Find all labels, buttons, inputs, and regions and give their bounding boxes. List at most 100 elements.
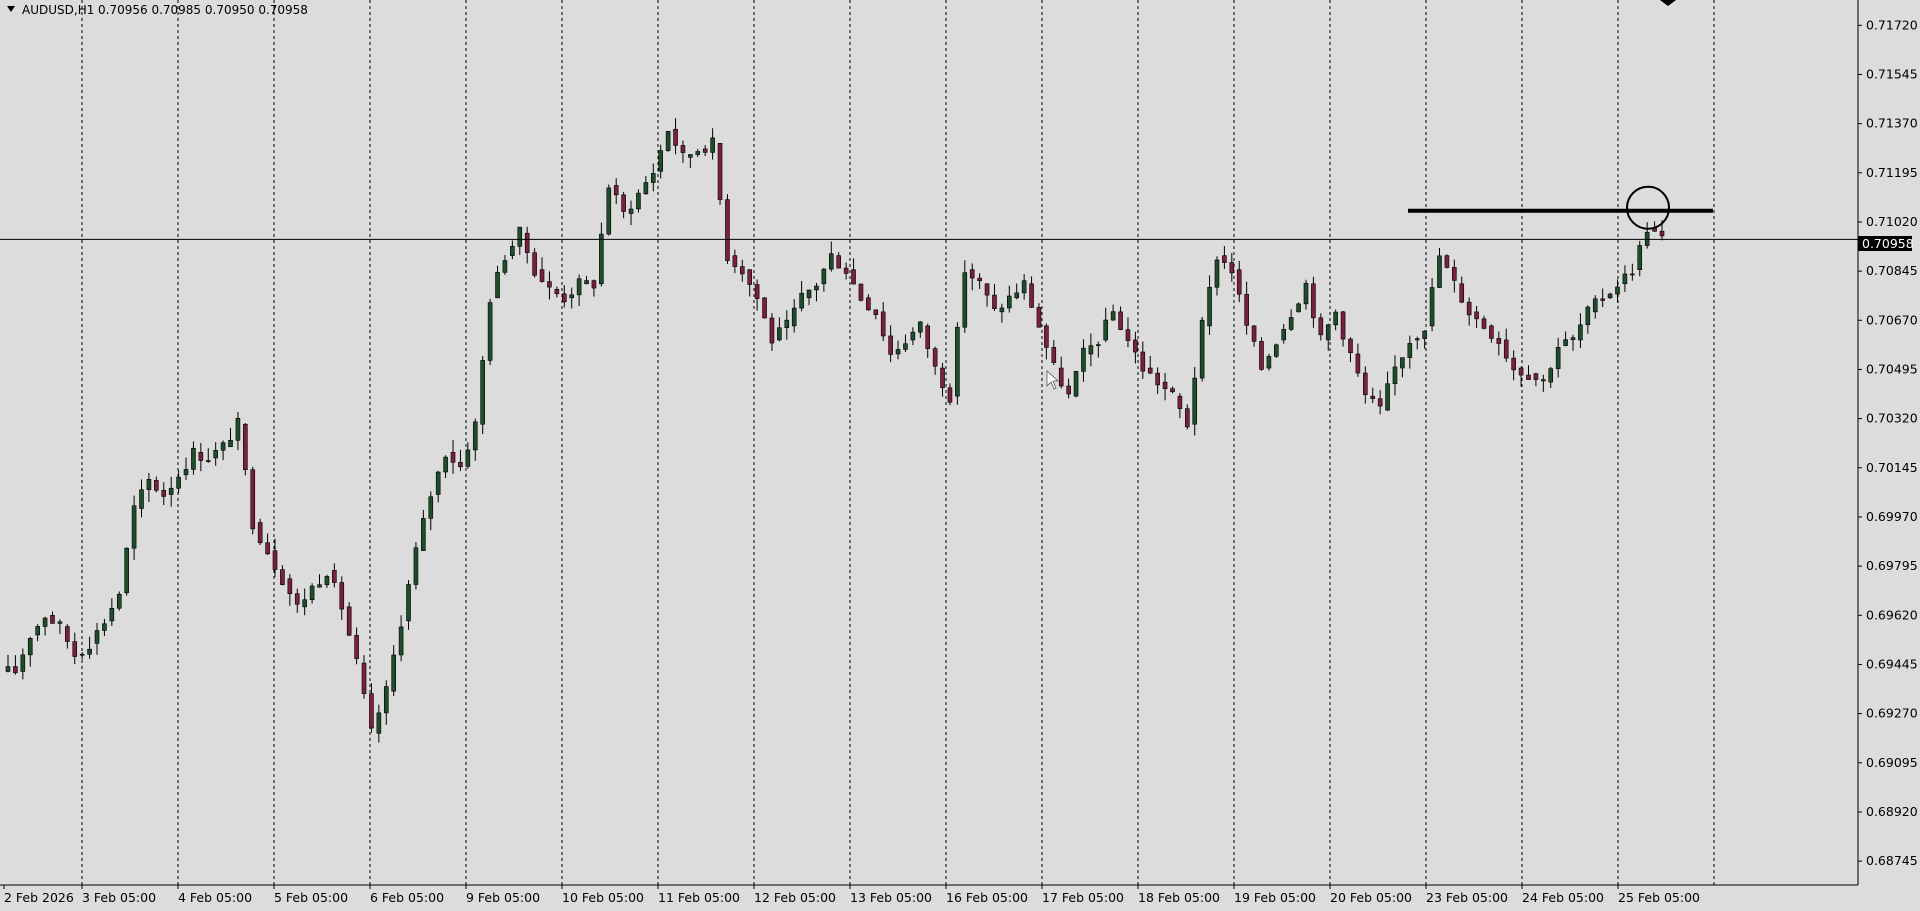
bull-candle-body (20, 654, 26, 672)
current-price-tag: 0.70958 (1858, 236, 1914, 251)
candle (480, 356, 485, 435)
bear-candle-body (524, 232, 530, 253)
bull-candle-body (1414, 338, 1420, 341)
bull-candle-body (1422, 330, 1427, 339)
bull-candle-body (510, 245, 515, 256)
bear-candle-body (1036, 307, 1042, 328)
bull-candle-body (79, 653, 85, 656)
bull-candle-body (42, 617, 48, 627)
bull-candle-body (1007, 295, 1012, 309)
price-chart[interactable]: 0.71720 0.71545 0.71370 0.71195 0.71020 0.708… (0, 0, 1920, 911)
bear-candle-body (1162, 381, 1168, 390)
bear-candle-body (1466, 301, 1472, 316)
bull-candle-body (35, 626, 40, 636)
bear-candle-body (13, 666, 18, 674)
bull-candle-body (191, 447, 196, 470)
bear-candle-body (1058, 367, 1064, 387)
bull-candle-body (688, 154, 693, 158)
bear-candle-body (969, 269, 975, 279)
bull-candle-body (1110, 311, 1116, 321)
bull-candle-body (87, 648, 92, 655)
symbol-label[interactable]: AUDUSD,H1 (22, 3, 94, 17)
bear-candle-body (339, 582, 345, 610)
bull-candle-body (465, 449, 471, 467)
bear-candle-body (1459, 283, 1465, 303)
bear-candle-body (1511, 357, 1516, 371)
candle (606, 184, 612, 236)
bear-candle-body (257, 522, 263, 544)
bear-candle-body (732, 255, 738, 267)
bull-candle-body (1437, 255, 1442, 288)
bear-candle-body (1259, 341, 1264, 370)
price-tick-label: 0.70845 (1866, 263, 1918, 278)
bear-candle-body (947, 387, 953, 403)
bear-candle-body (1600, 298, 1605, 301)
chart-background (0, 0, 1920, 911)
bull-candle-body (962, 272, 968, 328)
candle (257, 518, 263, 546)
time-tick-label: 25 Feb 05:00 (1618, 890, 1700, 905)
candle (487, 298, 493, 366)
candle (116, 591, 122, 611)
bull-candle-body (213, 450, 218, 459)
candle (717, 142, 723, 205)
ohlc-values: 0.70956 0.70985 0.70950 0.70958 (98, 3, 308, 17)
bull-candle-body (806, 289, 812, 299)
bull-candle-body (324, 576, 330, 586)
bear-candle-body (1311, 283, 1316, 319)
candle (124, 547, 129, 596)
price-tick-label: 0.69270 (1866, 706, 1918, 721)
bear-candle-body (561, 293, 567, 303)
bull-candle-body (1392, 366, 1398, 384)
bull-candle-body (1325, 324, 1331, 341)
bull-candle-body (472, 421, 478, 451)
candle (955, 322, 960, 405)
bear-candle-body (984, 283, 990, 296)
bear-candle-body (1185, 408, 1190, 428)
bull-candle-body (569, 294, 574, 299)
time-tick-label: 12 Feb 05:00 (754, 890, 836, 905)
candle (346, 602, 352, 637)
bull-candle-body (784, 319, 790, 329)
bear-candle-body (1229, 262, 1235, 274)
bull-candle-body (1192, 377, 1198, 425)
bull-candle-body (487, 302, 493, 361)
bear-candle-body (754, 284, 760, 299)
time-tick-label: 3 Feb 05:00 (82, 890, 156, 905)
time-tick-label: 6 Feb 05:00 (370, 890, 444, 905)
bull-candle-body (1585, 306, 1591, 326)
bear-candle-body (1044, 325, 1049, 348)
price-tick-label: 0.69795 (1866, 558, 1918, 573)
bull-candle-body (1578, 324, 1583, 341)
bull-candle-body (131, 505, 137, 549)
bull-candle-body (1333, 311, 1338, 326)
time-tick-label: 17 Feb 05:00 (1042, 890, 1124, 905)
bull-candle-body (1400, 357, 1405, 369)
bear-candle-body (977, 277, 982, 282)
bull-candle-body (658, 150, 663, 172)
bull-candle-body (1592, 298, 1598, 313)
bull-candle-body (1199, 319, 1205, 379)
bear-candle-body (717, 142, 723, 200)
price-tick-label: 0.69970 (1866, 509, 1918, 524)
bear-candle-body (1526, 374, 1531, 380)
bull-candle-body (1281, 329, 1287, 341)
candle (665, 130, 671, 152)
bull-candle-body (1073, 371, 1079, 397)
bull-candle-body (57, 621, 63, 624)
bull-candle-body (710, 137, 715, 153)
bull-candle-body (1615, 286, 1620, 295)
bull-candle-body (1088, 345, 1094, 355)
bear-candle-body (621, 194, 626, 212)
price-tick-label: 0.70145 (1866, 460, 1918, 475)
bear-candle-body (888, 335, 893, 355)
bull-candle-body (828, 253, 834, 270)
bear-candle-body (1029, 283, 1034, 308)
bull-candle-body (695, 151, 701, 155)
chart-window[interactable]: 0.71720 0.71545 0.71370 0.71195 0.71020 0.708… (0, 0, 1920, 911)
bull-candle-body (895, 349, 901, 355)
bull-candle-body (1429, 287, 1435, 327)
bull-candle-body (1021, 280, 1027, 294)
bear-candle-body (1370, 395, 1376, 399)
bear-candle-body (539, 269, 545, 282)
